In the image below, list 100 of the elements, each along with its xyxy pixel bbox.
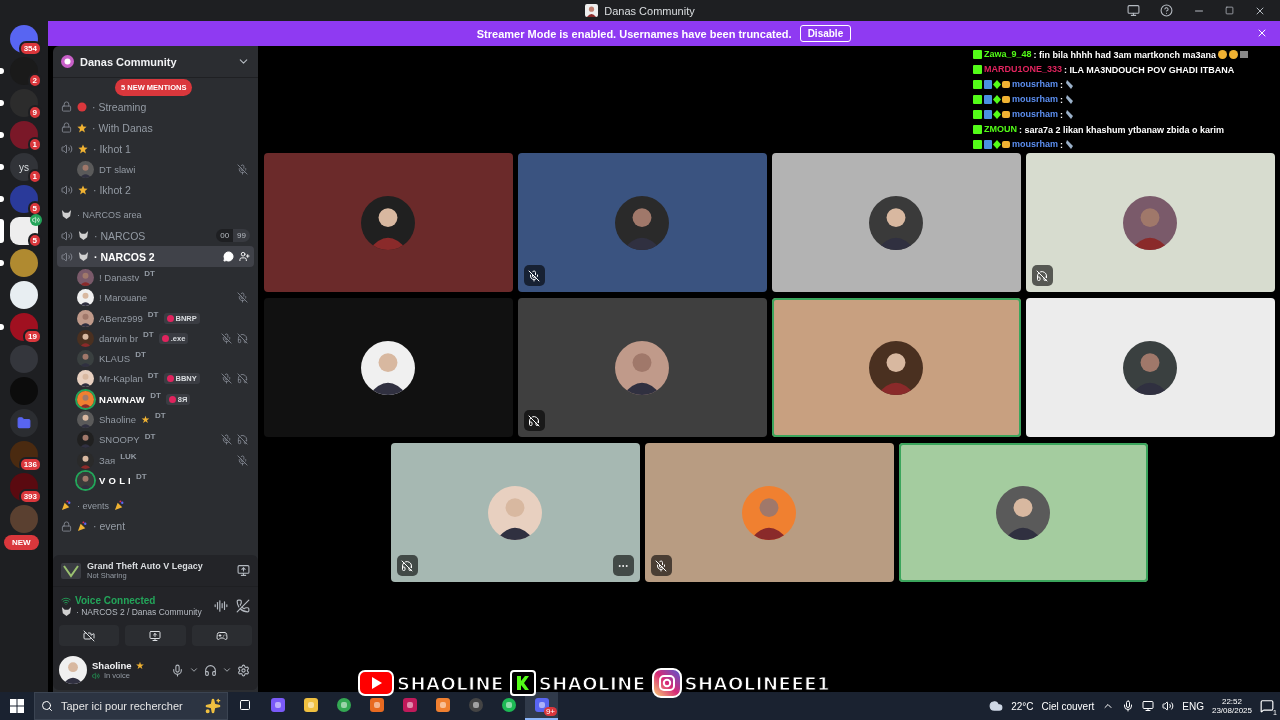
weather-condition[interactable]: Ciel couvert [1041,700,1095,712]
user-avatar[interactable] [59,656,87,684]
video-tile[interactable] [644,443,894,582]
participant-avatar [1123,340,1177,395]
maximize-icon[interactable] [1225,6,1234,15]
video-tile[interactable] [517,153,767,292]
user-tag: DT [143,330,154,340]
task-view-icon[interactable] [238,699,251,711]
channel-name: · event [93,520,127,533]
video-tile[interactable] [1025,298,1275,437]
close-icon[interactable] [1256,27,1268,39]
taskbar-app[interactable]: 9+ [525,692,558,720]
participant-avatar [615,340,669,395]
temperature[interactable]: 22°C [1011,700,1034,712]
category-name[interactable]: · NARCOS area [77,210,142,221]
chat-username: mousrham [1012,139,1058,150]
user-name: Shaoline [92,660,132,671]
category-name[interactable]: · events [77,500,109,511]
video-tile[interactable] [771,153,1021,292]
lock-icon [61,101,72,112]
clock-date[interactable]: 23/08/2025 [1211,706,1252,715]
user-name[interactable]: KLAUS [99,353,131,365]
emoji-icon [1218,50,1249,59]
channel-row[interactable]: · event [57,515,254,537]
participant-avatar [869,340,923,395]
channel-row[interactable]: · With Danas [57,117,254,138]
video-tile[interactable] [263,153,513,292]
disconnect-icon[interactable] [236,599,250,613]
language[interactable]: ENG [1182,700,1204,712]
video-tile[interactable] [263,298,513,437]
settings-icon[interactable] [237,663,250,677]
user-name[interactable]: Зая [99,454,116,466]
notifications-icon[interactable] [1260,699,1274,713]
user-name[interactable]: ! Danastv [99,271,140,283]
chevron-down-icon[interactable] [222,665,232,675]
badges-icon [984,95,1010,104]
user-name[interactable]: SNOOPY [99,434,140,446]
badges-icon [984,110,1010,119]
share-screen-icon[interactable] [237,564,250,577]
user-tag: DT [135,350,146,360]
lock-icon [61,122,72,133]
video-tile[interactable] [390,443,640,582]
video-tile[interactable] [517,298,767,437]
user-name[interactable]: darwin br [99,332,139,344]
windows-icon[interactable] [10,699,24,713]
user-name[interactable]: NAWNAW [99,393,146,405]
help-icon[interactable] [1160,4,1173,17]
activity-button[interactable] [191,625,252,646]
kick-logo-icon [509,670,536,696]
more-button[interactable] [612,555,634,576]
user-name[interactable]: Mr-Kaplan [99,373,143,385]
headphones-icon[interactable] [204,663,217,677]
network-icon[interactable] [1142,700,1155,712]
search-field[interactable]: Taper ici pour rechercher [59,699,199,713]
chevron-down-icon[interactable] [189,665,199,675]
user-name[interactable]: V O L I [99,474,131,486]
chat-icon[interactable] [223,251,234,263]
channel-row[interactable]: · Ikhot 2 [57,179,254,201]
channel-row[interactable]: · Streaming [57,96,254,117]
sticker-icon [1065,139,1075,150]
star-icon [77,122,87,133]
search-box[interactable]: Taper ici pour rechercher [34,692,228,720]
chat-username: mousrham [1012,79,1058,90]
channel-row[interactable]: · Ikhot 1 [57,138,254,159]
video-tile[interactable] [898,443,1148,582]
headphones-off-icon [401,559,413,572]
server-icon[interactable] [10,217,38,245]
participant-avatar [996,485,1050,540]
camera-button[interactable] [59,625,120,646]
user-name[interactable]: ! Marouane [99,292,148,304]
badges-icon [984,140,1010,149]
add-user-icon[interactable] [239,251,250,263]
video-tile[interactable] [1025,153,1275,292]
channel-row[interactable]: · NARCOS 00 99 [57,225,254,247]
window-title: Danas Community [604,4,695,17]
speaker-icon [61,250,73,263]
channel-row[interactable]: · NARCOS 2 [57,246,254,268]
disable-button[interactable]: Disable [799,25,852,42]
clock-time[interactable]: 22:52 [1221,697,1242,706]
user-name[interactable]: ABenz999 [99,312,143,324]
server-folder[interactable] [10,409,38,437]
microphone-icon[interactable] [171,663,184,677]
app-icon [500,697,517,713]
user-name[interactable]: Shaoline [99,414,136,425]
server-icon[interactable] [10,281,38,309]
share-screen-button[interactable] [125,625,186,646]
screen-icon[interactable] [1127,4,1140,17]
server-name[interactable]: Danas Community [80,55,231,68]
microphone-icon[interactable] [1122,700,1135,712]
sound-wave-icon[interactable] [214,599,228,613]
user-name[interactable]: DT slawi [99,163,136,175]
game-icon [61,562,81,579]
voice-status[interactable]: Voice Connected [75,595,156,606]
user-tag: DT [150,391,161,401]
new-badge: NEW [4,535,39,550]
gamepad-icon [215,629,228,642]
server-icon[interactable] [10,89,38,117]
volume-icon[interactable] [1162,700,1175,712]
video-tile[interactable] [771,298,1021,437]
voice-location[interactable]: · NARCOS 2 / Danas Community [76,606,202,617]
